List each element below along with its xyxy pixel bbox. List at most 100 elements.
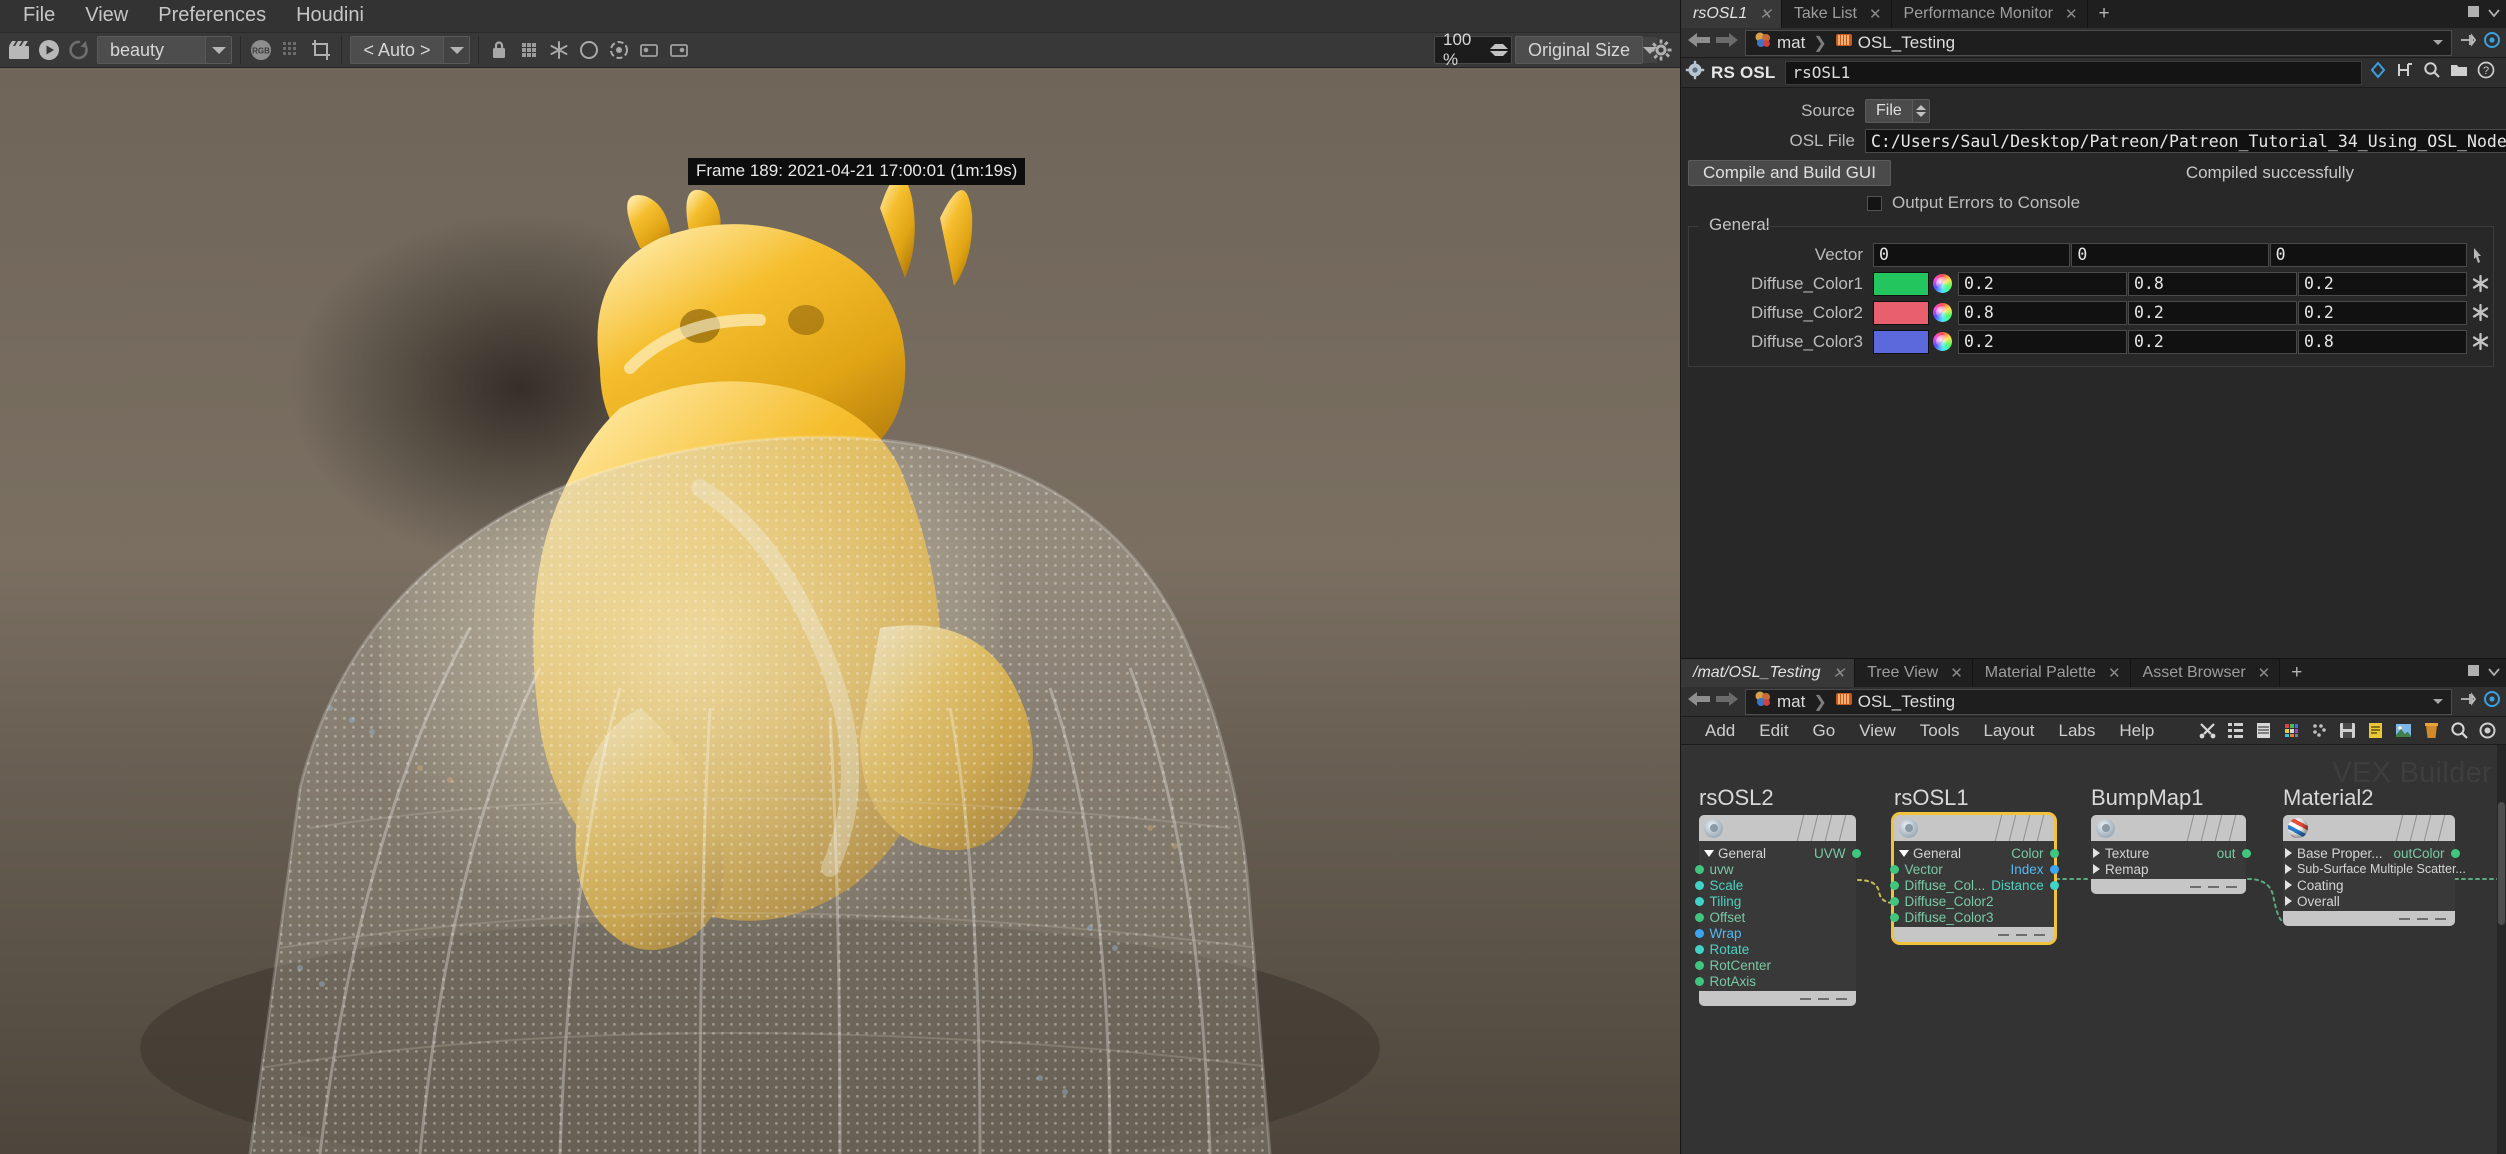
forward-arrow-icon[interactable] [1714,689,1740,714]
diffuse-color3-b-input[interactable]: 0.8 [2298,329,2467,354]
port-rotate[interactable]: Rotate [1694,941,1856,957]
chevron-down-icon[interactable] [2429,40,2447,45]
output-distance[interactable]: Distance [1985,878,2059,893]
pin-icon[interactable] [2459,31,2477,54]
chevron-down-icon[interactable] [205,37,231,63]
snowflake-icon[interactable] [544,36,574,64]
close-icon[interactable]: ✕ [2108,664,2121,682]
lock-icon[interactable] [484,36,514,64]
node-bumpmap1[interactable]: BumpMap1 Texture out Remap [2091,785,2251,894]
node-graph[interactable]: VEX Builder rsOSL2 General UVW uvw Scale… [1681,745,2506,1154]
node-material2[interactable]: Material2 Base Proper... outColor Sub-Su… [2283,785,2466,926]
snapshot-icon[interactable] [2474,719,2500,743]
diffuse-color2-g-input[interactable]: 0.2 [2128,300,2297,325]
port-dot[interactable] [2049,848,2059,858]
port-dot[interactable] [2049,880,2059,890]
dots-icon[interactable] [2306,719,2332,743]
zoom-stepper[interactable]: 100 % [1434,30,1512,69]
breadcrumb-osl-testing[interactable]: OSL_Testing [1831,690,1959,713]
diffuse-color2-swatch[interactable] [1873,300,1929,325]
output-index[interactable]: Index [2004,862,2059,877]
node-header-bar[interactable] [1894,815,2054,841]
net-menu-layout[interactable]: Layout [1971,721,2046,741]
stepper-arrows-icon[interactable] [1490,44,1508,56]
net-menu-go[interactable]: Go [1801,721,1848,741]
render-reload-icon[interactable] [64,36,94,64]
target-icon[interactable] [2483,31,2501,54]
vector-link-icon[interactable] [2467,245,2493,264]
maximize-icon[interactable] [2467,5,2480,23]
stepper-arrows-icon[interactable] [1911,100,1929,122]
chevron-down-icon[interactable] [2488,664,2500,682]
output-uvw[interactable]: UVW [1808,846,1861,861]
original-size-selector[interactable]: Original Size [1515,36,1658,64]
port-offset[interactable]: Offset [1694,909,1856,925]
expand-icon[interactable] [2285,848,2292,858]
close-icon[interactable]: ✕ [1832,664,1845,682]
output-errors-checkbox[interactable] [1867,195,1882,211]
port-sss[interactable]: Sub-Surface Multiple Scatter... [2283,861,2466,877]
tab-tree-view[interactable]: Tree View ✕ [1855,659,1973,687]
tab-material-palette[interactable]: Material Palette ✕ [1972,659,2131,687]
node-body[interactable]: Texture out Remap [2091,815,2251,894]
node-header-bar[interactable] [2283,815,2455,841]
port-vector[interactable]: Vector Index [1889,861,2059,877]
node-flags[interactable] [2186,815,2246,841]
port-general[interactable]: General UVW [1699,845,1861,861]
expand-icon[interactable] [1704,849,1714,857]
path-field[interactable]: mat ❯ OSL_Testing [1745,688,2452,715]
net-menu-add[interactable]: Add [1693,721,1747,741]
houdini-h-icon[interactable] [2396,61,2414,84]
port-tiling[interactable]: Tiling [1694,893,1856,909]
port-general[interactable]: General Color [1894,845,2059,861]
expand-icon[interactable] [2093,848,2100,858]
image-icon[interactable] [2390,719,2416,743]
pixel-grid-icon[interactable] [514,36,544,64]
node-body[interactable]: General UVW uvw Scale Tiling Offset Wrap [1694,815,1861,1006]
node-name-field[interactable]: rsOSL1 [1784,60,2362,85]
gear-icon[interactable] [1646,36,1676,64]
port-rotcenter[interactable]: RotCenter [1694,957,1856,973]
node-rsosl1[interactable]: rsOSL1 General Color Vector Index Diffus… [1889,785,2059,942]
diffuse-color1-swatch[interactable] [1873,271,1929,296]
scrollbar-thumb[interactable] [2498,802,2505,925]
color-wheel-icon[interactable] [1933,332,1952,351]
node-footer[interactable] [2091,879,2246,894]
tab-asset-browser[interactable]: Asset Browser ✕ [2130,659,2281,687]
expand-icon[interactable] [2285,880,2292,890]
diffuse-color3-swatch[interactable] [1873,329,1929,354]
render-clapper-icon[interactable] [4,36,34,64]
node-footer[interactable] [1699,991,1856,1006]
port-diffuse-color1[interactable]: Diffuse_Col... Distance [1889,877,2059,893]
port-dot[interactable] [2450,848,2460,858]
port-rotaxis[interactable]: RotAxis [1694,973,1856,989]
node-flags[interactable] [1994,815,2054,841]
add-tab-button[interactable]: + [2280,659,2313,687]
compare-b-icon[interactable] [664,36,694,64]
net-menu-labs[interactable]: Labs [2047,721,2108,741]
chevron-down-icon[interactable] [2488,5,2500,23]
port-texture[interactable]: Texture out [2091,845,2251,861]
node-header-bar[interactable] [2091,815,2246,841]
tab-rsosl1[interactable]: rsOSL1 ✕ [1681,0,1782,28]
node-flags[interactable] [2395,815,2455,841]
diffuse-color3-r-input[interactable]: 0.2 [1958,329,2127,354]
port-diffuse-color3[interactable]: Diffuse_Color3 [1889,909,2054,925]
node-body[interactable]: Base Proper... outColor Sub-Surface Mult… [2283,815,2466,926]
target-icon[interactable] [2483,690,2501,713]
source-dropdown[interactable]: File [1865,99,1930,123]
aperture-icon[interactable] [604,36,634,64]
net-menu-edit[interactable]: Edit [1747,721,1800,741]
net-menu-tools[interactable]: Tools [1908,721,1972,741]
diffuse-color1-r-input[interactable]: 0.2 [1958,271,2127,296]
pin-icon[interactable] [2459,690,2477,713]
render-viewport[interactable]: Frame 189: 2021-04-21 17:00:01 (1m:19s) [0,68,1680,1154]
save-icon[interactable] [2334,719,2360,743]
diffuse-color2-r-input[interactable]: 0.8 [1958,300,2127,325]
menu-file[interactable]: File [8,2,70,31]
back-arrow-icon[interactable] [1686,30,1712,55]
diffuse-color1-g-input[interactable]: 0.8 [2128,271,2297,296]
net-menu-help[interactable]: Help [2107,721,2166,741]
vector-y-input[interactable]: 0 [2071,242,2269,267]
add-tab-button[interactable]: + [2088,0,2121,28]
